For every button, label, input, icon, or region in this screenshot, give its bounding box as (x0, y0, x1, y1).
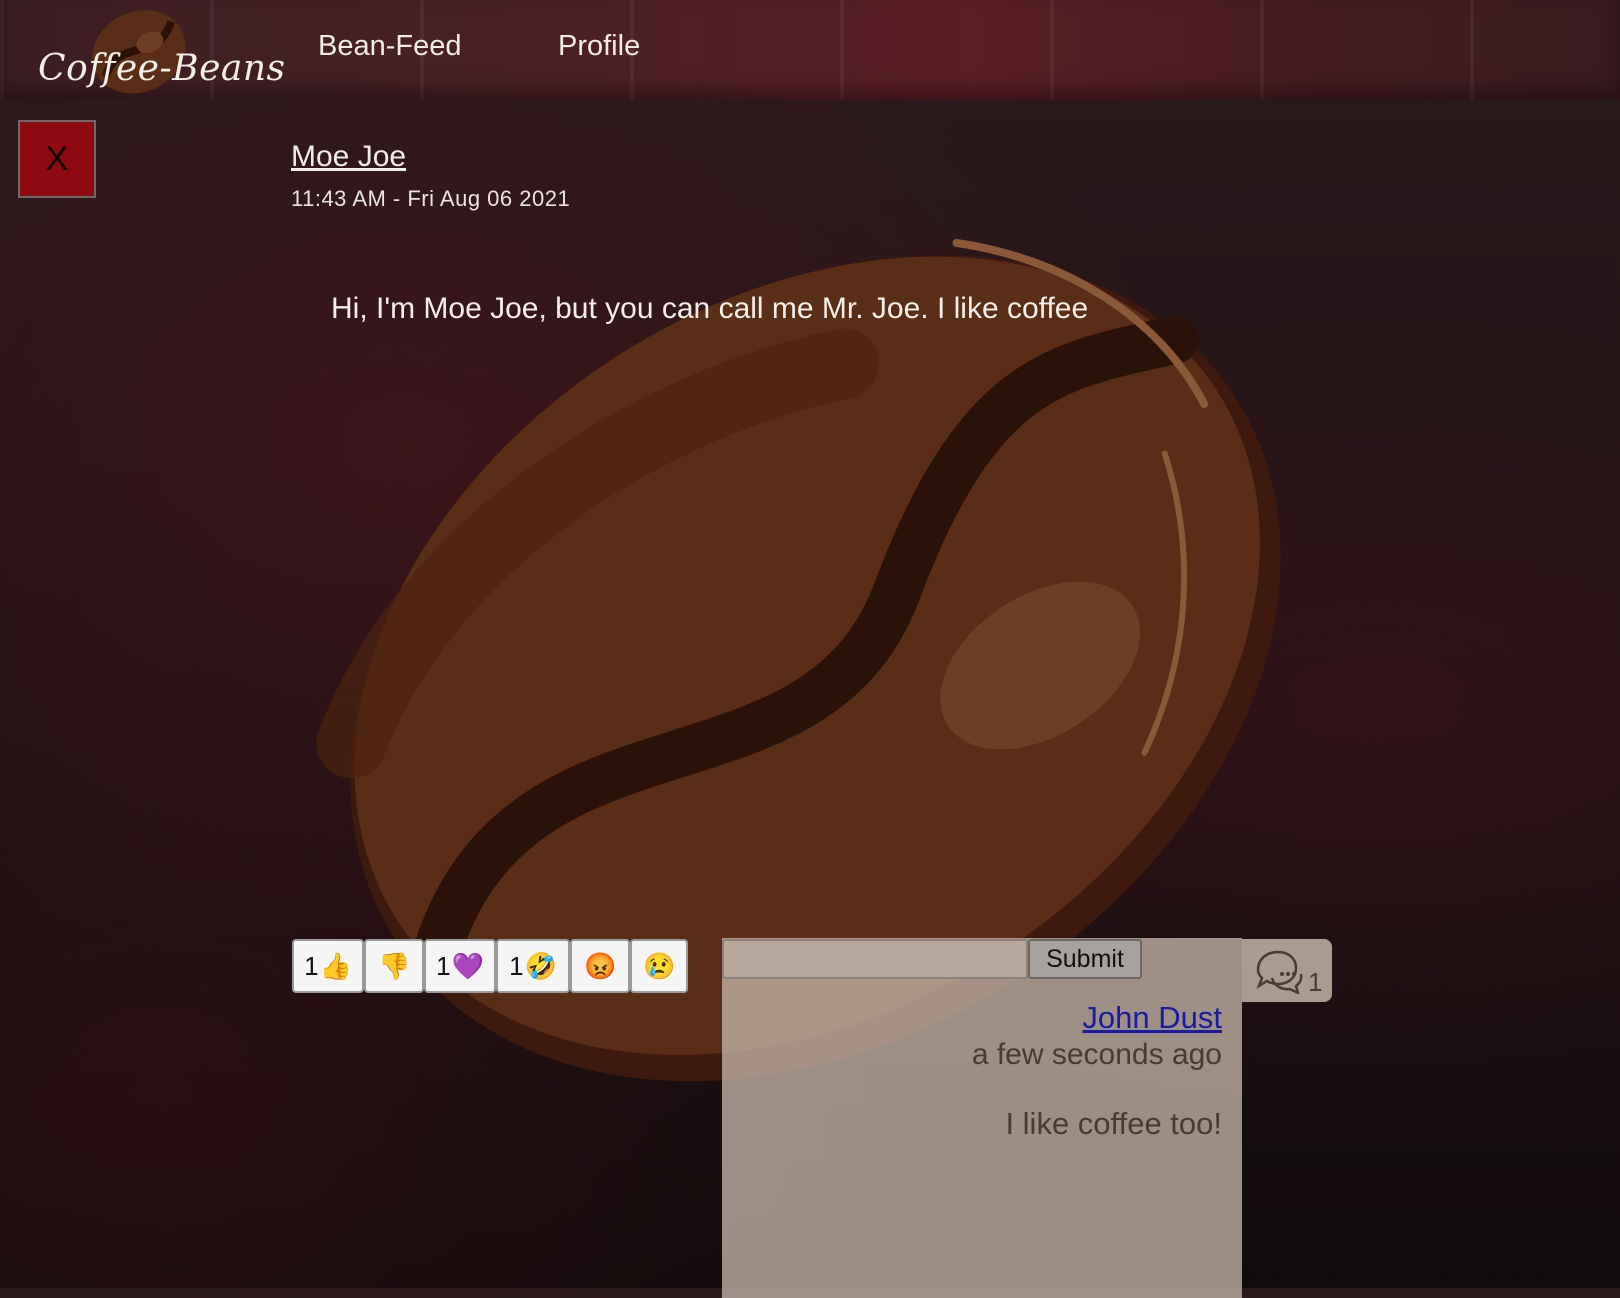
app-logo-text: Coffee-Beans (38, 48, 286, 89)
nav-bean-feed[interactable]: Bean-Feed (318, 30, 462, 63)
angry-icon: 😡 (584, 950, 617, 981)
comment-author-link[interactable]: John Dust (1082, 1000, 1222, 1036)
crying-icon: 😢 (643, 950, 676, 981)
reaction-count: 1 (436, 950, 451, 981)
laughing-icon: 🤣 (524, 950, 557, 981)
comment-input[interactable] (722, 939, 1028, 979)
thumbs-down-icon: 👎 (378, 950, 411, 981)
app-logo[interactable]: Coffee-Beans (38, 10, 285, 100)
heart-icon: 💜 (451, 950, 484, 981)
reaction-thumbs-down-button[interactable]: 👎 (364, 939, 424, 993)
reaction-heart-button[interactable]: 1 💜 (424, 939, 496, 993)
reaction-thumbs-up-button[interactable]: 1 👍 (292, 939, 364, 993)
reaction-count: 1 (304, 950, 319, 981)
reaction-count: 1 (509, 950, 524, 981)
comments-toggle-button[interactable]: 1 (1242, 939, 1332, 1002)
top-navigation-bar: Coffee-Beans Bean-Feed Profile (0, 0, 1620, 100)
close-post-button[interactable]: X (18, 120, 96, 198)
comment-count: 1 (1308, 967, 1323, 997)
post-timestamp: 11:43 AM - Fri Aug 06 2021 (291, 186, 571, 211)
reaction-angry-button[interactable]: 😡 (570, 939, 630, 993)
chat-bubbles-icon (1256, 950, 1303, 994)
reaction-crying-button[interactable]: 😢 (630, 939, 688, 993)
comment-text: I like coffee too! (1005, 1106, 1222, 1141)
nav-profile[interactable]: Profile (558, 30, 640, 63)
comment-timestamp: a few seconds ago (971, 1038, 1222, 1071)
comment-submit-button[interactable]: Submit (1028, 939, 1142, 979)
post-author-link[interactable]: Moe Joe (291, 140, 406, 174)
thumbs-up-icon: 👍 (319, 950, 352, 981)
reaction-laughing-button[interactable]: 1 🤣 (496, 939, 570, 993)
post-body-text: Hi, I'm Moe Joe, but you can call me Mr.… (331, 292, 1089, 325)
